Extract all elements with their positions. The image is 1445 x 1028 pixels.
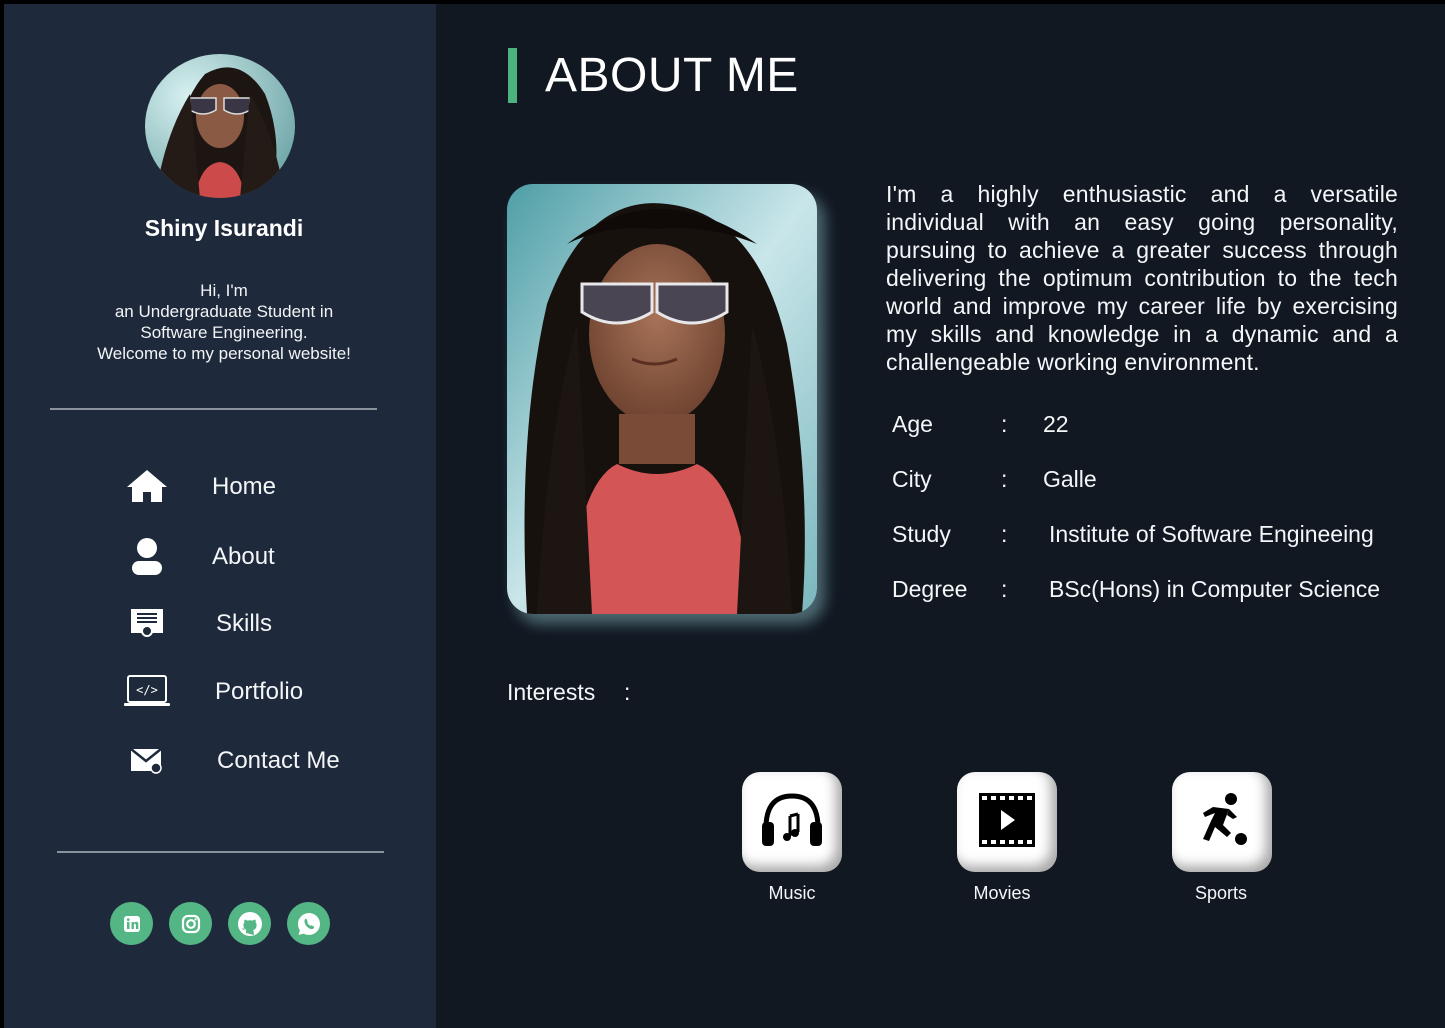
avatar [145, 54, 295, 198]
nav-label: Portfolio [215, 678, 304, 705]
info-separator: : [1001, 576, 1008, 602]
intro-line: Hi, I'm [200, 281, 248, 300]
nav-label: Skills [216, 610, 273, 637]
title-accent [508, 48, 517, 103]
profile-name: Shiny Isurandi [144, 215, 304, 241]
intro-line: Welcome to my personal website! [97, 344, 351, 363]
info-value: 22 [1043, 411, 1069, 437]
info-key: Degree [892, 576, 968, 602]
interests-separator: : [624, 679, 631, 705]
certificate-icon [124, 601, 170, 645]
info-value: Institute of Software Engineeing [1049, 521, 1374, 547]
page: Shiny Isurandi Hi, I'm an Undergraduate … [4, 4, 1445, 1028]
interest-label: Sports [1194, 883, 1248, 903]
svg-text:</>: </> [136, 683, 158, 697]
nav-label: About [212, 543, 275, 570]
soccer-player-icon [1193, 791, 1251, 854]
interests-label: Interests [507, 679, 596, 705]
intro-line: Software Engineering. [140, 323, 308, 342]
nav-item-contact[interactable]: Contact Me [124, 738, 384, 782]
home-icon [124, 464, 170, 508]
divider [57, 851, 384, 853]
film-icon [979, 792, 1035, 852]
instagram-icon[interactable] [169, 902, 212, 945]
info-separator: : [1001, 521, 1008, 547]
interest-label: Music [768, 883, 816, 903]
info-key: Age [892, 411, 933, 437]
headphones-icon [760, 790, 824, 855]
nav-item-skills[interactable]: Skills [124, 601, 384, 645]
code-laptop-icon: </> [124, 669, 170, 713]
info-key: Study [892, 521, 951, 547]
profile-photo [507, 184, 817, 614]
nav-item-portfolio[interactable]: </> Portfolio [124, 669, 384, 713]
interest-music [742, 772, 842, 872]
mail-icon [124, 738, 170, 782]
user-icon [124, 534, 170, 578]
profile-intro: Hi, I'm an Undergraduate Student in Soft… [4, 280, 444, 364]
info-value: Galle [1043, 466, 1097, 492]
nav-label: Home [212, 473, 277, 500]
github-icon[interactable] [228, 902, 271, 945]
nav-item-home[interactable]: Home [124, 464, 384, 508]
whatsapp-icon[interactable] [287, 902, 330, 945]
info-separator: : [1001, 466, 1008, 492]
interest-sports [1172, 772, 1272, 872]
nav-label: Contact Me [217, 747, 340, 774]
divider [50, 408, 377, 410]
interest-movies [957, 772, 1057, 872]
page-title: ABOUT ME [545, 49, 799, 102]
bio-text: I'm a highly enthusiastic and a versatil… [886, 181, 1398, 375]
info-separator: : [1001, 411, 1008, 437]
info-key: City [892, 466, 932, 492]
intro-line: an Undergraduate Student in [114, 302, 334, 321]
linkedin-icon[interactable] [110, 902, 153, 945]
nav-item-about[interactable]: About [124, 534, 384, 578]
info-value: BSc(Hons) in Computer Science [1049, 576, 1381, 602]
interest-label: Movies [973, 883, 1031, 903]
sidebar: Shiny Isurandi Hi, I'm an Undergraduate … [4, 4, 436, 1028]
